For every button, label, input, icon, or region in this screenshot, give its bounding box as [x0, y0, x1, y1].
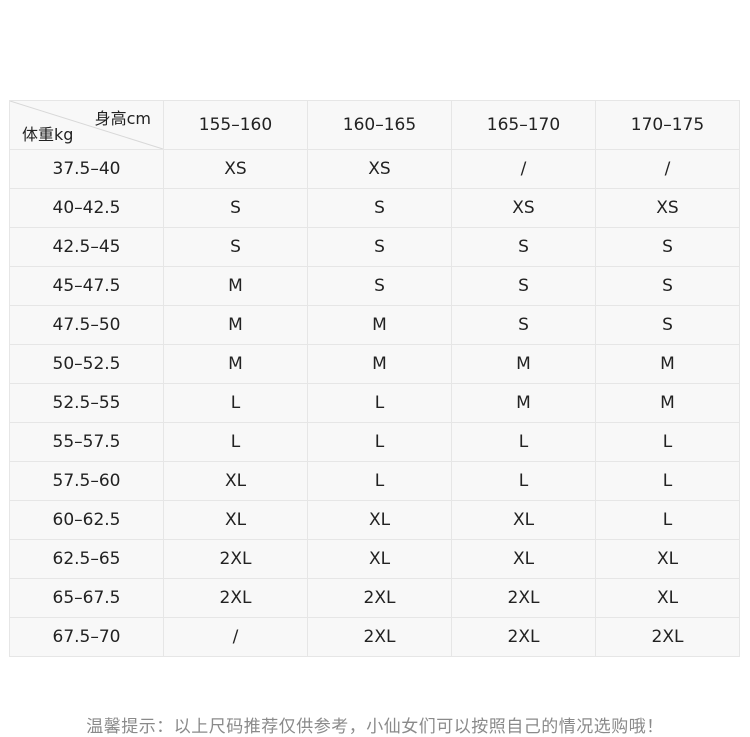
height-header-cell: 155–160 [163, 100, 308, 150]
size-cell: XS [163, 149, 308, 189]
size-cell: XS [451, 188, 596, 228]
size-cell: M [163, 344, 308, 384]
size-cell: XL [163, 500, 308, 540]
table-row: 42.5–45 S S S S [9, 227, 740, 267]
size-cell: 2XL [163, 578, 308, 618]
size-cell: 2XL [163, 539, 308, 579]
table-row: 62.5–65 2XL XL XL XL [9, 539, 740, 579]
size-cell: L [307, 461, 452, 501]
size-cell: 2XL [307, 617, 452, 657]
weight-range-cell: 45–47.5 [9, 266, 164, 306]
table-row: 60–62.5 XL XL XL L [9, 500, 740, 540]
size-cell: M [595, 344, 740, 384]
size-cell: / [451, 149, 596, 189]
weight-axis-label: 体重kg [22, 125, 74, 144]
size-cell: M [163, 266, 308, 306]
weight-range-cell: 65–67.5 [9, 578, 164, 618]
size-cell: S [451, 227, 596, 267]
weight-range-cell: 60–62.5 [9, 500, 164, 540]
weight-range-cell: 57.5–60 [9, 461, 164, 501]
table-row: 50–52.5 M M M M [9, 344, 740, 384]
weight-range-cell: 62.5–65 [9, 539, 164, 579]
table-row: 65–67.5 2XL 2XL 2XL XL [9, 578, 740, 618]
size-cell: L [451, 461, 596, 501]
size-cell: M [451, 383, 596, 423]
size-cell: S [163, 188, 308, 228]
size-cell: 2XL [451, 617, 596, 657]
table-row: 45–47.5 M S S S [9, 266, 740, 306]
table-row: 52.5–55 L L M M [9, 383, 740, 423]
footer-note: 温馨提示：以上尺码推荐仅供参考，小仙女们可以按照自己的情况选购哦！ [86, 717, 664, 737]
weight-range-cell: 52.5–55 [9, 383, 164, 423]
size-cell: L [307, 422, 452, 462]
size-cell: L [595, 500, 740, 540]
table-row: 47.5–50 M M S S [9, 305, 740, 345]
height-header-cell: 170–175 [595, 100, 740, 150]
size-cell: L [595, 422, 740, 462]
size-cell: XL [163, 461, 308, 501]
table-row: 67.5–70/2XL 2XL 2XL [9, 617, 740, 657]
size-cell: S [595, 305, 740, 345]
size-cell: L [307, 383, 452, 423]
size-cell: M [307, 344, 452, 384]
size-cell: S [307, 266, 452, 306]
size-cell: S [595, 266, 740, 306]
weight-range-cell: 55–57.5 [9, 422, 164, 462]
size-cell: XL [595, 539, 740, 579]
size-cell: 2XL [595, 617, 740, 657]
size-cell: L [595, 461, 740, 501]
header-row: 身高cm 体重kg 155–160 160–165 165–170 170–17… [9, 100, 740, 150]
size-cell: M [307, 305, 452, 345]
height-axis-label: 身高cm [94, 109, 151, 128]
size-cell: XL [451, 539, 596, 579]
size-cell: XS [307, 149, 452, 189]
size-cell: S [307, 227, 452, 267]
size-cell: 2XL [307, 578, 452, 618]
weight-range-cell: 67.5–70 [9, 617, 164, 657]
size-cell: XL [451, 500, 596, 540]
size-cell: S [595, 227, 740, 267]
size-cell: L [451, 422, 596, 462]
size-cell: XL [307, 500, 452, 540]
weight-range-cell: 37.5–40 [9, 149, 164, 189]
size-cell: XS [595, 188, 740, 228]
weight-range-cell: 47.5–50 [9, 305, 164, 345]
size-cell: S [307, 188, 452, 228]
weight-range-cell: 50–52.5 [9, 344, 164, 384]
table-row: 57.5–60 XL L L L [9, 461, 740, 501]
size-cell: S [451, 266, 596, 306]
size-chart-table: 身高cm 体重kg 155–160 160–165 165–170 170–17… [9, 100, 740, 657]
size-cell: M [451, 344, 596, 384]
weight-range-cell: 40–42.5 [9, 188, 164, 228]
size-cell: L [163, 383, 308, 423]
size-cell: / [163, 617, 308, 657]
size-cell: / [595, 149, 740, 189]
size-cell: 2XL [451, 578, 596, 618]
corner-cell: 身高cm 体重kg [9, 100, 164, 150]
height-header-cell: 160–165 [307, 100, 452, 150]
size-cell: L [163, 422, 308, 462]
size-cell: S [451, 305, 596, 345]
size-cell: M [595, 383, 740, 423]
size-cell: M [163, 305, 308, 345]
table-row: 55–57.5 L L L L [9, 422, 740, 462]
table-row: 40–42.5 S S XS XS [9, 188, 740, 228]
size-cell: XL [595, 578, 740, 618]
size-cell: XL [307, 539, 452, 579]
table-row: 37.5–40 XS XS / / [9, 149, 740, 189]
height-header-cell: 165–170 [451, 100, 596, 150]
weight-range-cell: 42.5–45 [9, 227, 164, 267]
size-cell: S [163, 227, 308, 267]
